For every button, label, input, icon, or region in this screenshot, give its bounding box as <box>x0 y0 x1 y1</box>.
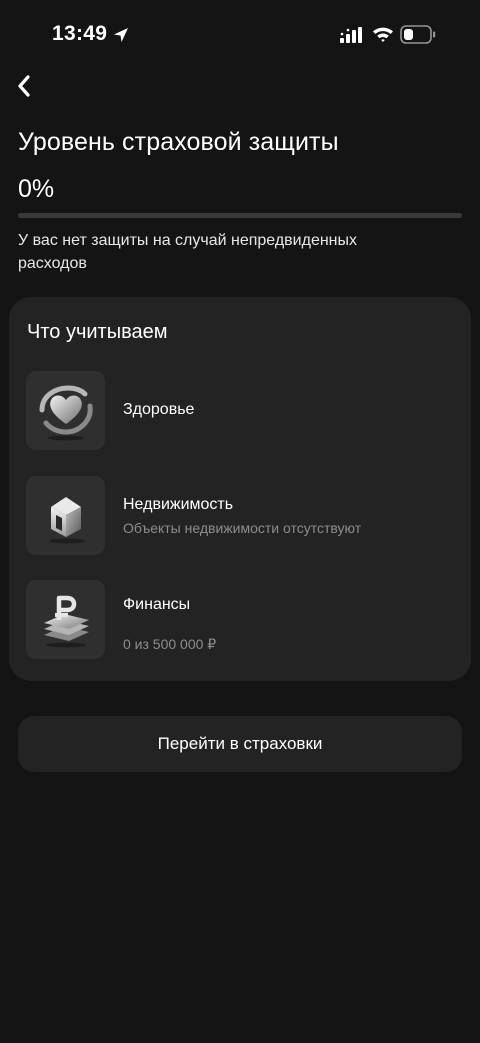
factor-item-finance[interactable]: Финансы 0 из 500 000 ₽ <box>26 580 456 660</box>
protection-note: У вас нет защиты на случай непредвиденны… <box>18 232 358 272</box>
protection-progress-bar <box>18 213 462 218</box>
health-icon <box>39 384 93 440</box>
finance-icon <box>43 595 89 647</box>
status-bar: 13:49 <box>0 0 480 70</box>
back-button[interactable] <box>8 70 40 102</box>
factor-item-health[interactable]: Здоровье <box>26 371 456 451</box>
insurance-protection-screen: 13:49 Уровень страховой защиты 0% У вас … <box>0 0 480 1043</box>
factor-subtitle: Объекты недвижимости отсутствуют <box>123 520 362 536</box>
go-to-insurance-button[interactable]: Перейти в страховки <box>18 716 462 772</box>
factor-thumb <box>26 580 105 659</box>
factor-subtitle: 0 из 500 000 ₽ <box>123 636 217 652</box>
factor-item-real-estate[interactable]: Недвижимость Объекты недвижимости отсутс… <box>26 476 456 556</box>
page-title: Уровень страховой защиты <box>18 128 339 156</box>
house-icon <box>48 496 85 543</box>
wifi-icon <box>373 27 393 42</box>
factor-thumb <box>26 476 105 555</box>
factor-label: Финансы <box>123 596 191 613</box>
battery-icon <box>400 25 436 44</box>
chevron-left-icon <box>18 75 30 97</box>
signal-icon <box>340 27 362 43</box>
factor-label: Здоровье <box>123 401 195 418</box>
factor-thumb <box>26 371 105 450</box>
factors-card-title: Что учитываем <box>27 321 168 343</box>
location-arrow-icon <box>114 28 128 42</box>
status-time: 13:49 <box>52 22 108 45</box>
factor-label: Недвижимость <box>123 496 234 513</box>
factors-card: Что учитываем Здоровье Недвижимость Объе… <box>9 297 471 681</box>
protection-percent: 0% <box>18 175 55 203</box>
